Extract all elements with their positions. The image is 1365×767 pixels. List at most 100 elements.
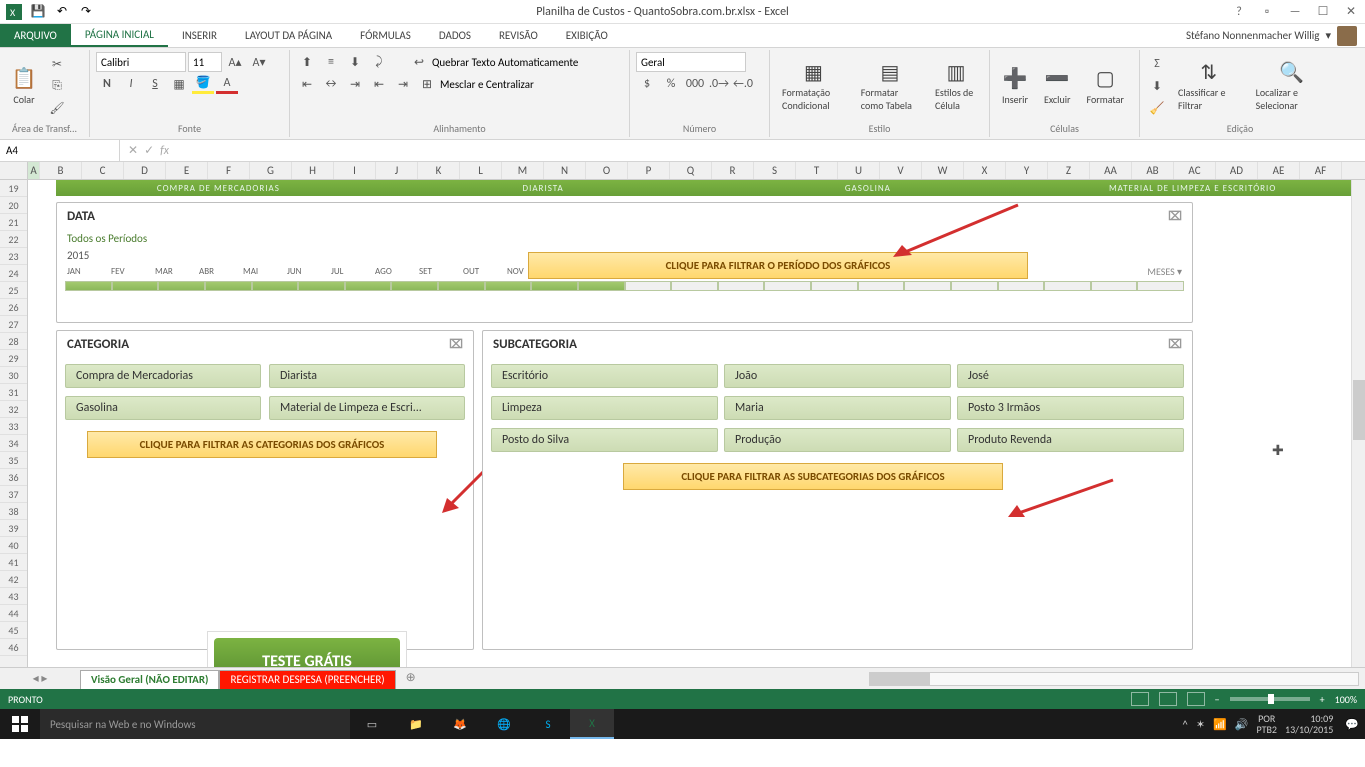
file-explorer-icon[interactable]: 📁: [394, 709, 438, 739]
clear-icon[interactable]: 🧹: [1146, 98, 1168, 118]
column-header[interactable]: AF: [1300, 162, 1342, 179]
column-header[interactable]: X: [964, 162, 1006, 179]
help-icon[interactable]: ?: [1229, 2, 1249, 22]
increase-indent-icon[interactable]: ⇥: [392, 74, 414, 94]
column-header[interactable]: B: [40, 162, 82, 179]
task-view-icon[interactable]: ▭: [350, 709, 394, 739]
column-header[interactable]: A: [28, 162, 40, 179]
format-cells-button[interactable]: ▢Formatar: [1081, 63, 1130, 110]
slicer-item[interactable]: Posto 3 Irmãos: [957, 396, 1184, 420]
find-select-button[interactable]: 🔍Localizar e Selecionar: [1250, 56, 1334, 116]
accept-fx-icon[interactable]: ✓: [144, 143, 154, 158]
zoom-slider[interactable]: [1230, 697, 1310, 701]
clear-filter-icon[interactable]: ⌧: [1168, 209, 1182, 224]
align-top-icon[interactable]: ⬆: [296, 52, 318, 72]
slicer-item[interactable]: Limpeza: [491, 396, 718, 420]
column-header[interactable]: I: [334, 162, 376, 179]
all-periods-label[interactable]: Todos os Períodos: [57, 230, 1192, 247]
column-header[interactable]: K: [418, 162, 460, 179]
column-header[interactable]: AA: [1090, 162, 1132, 179]
row-header[interactable]: 42: [0, 571, 27, 588]
row-header[interactable]: 19: [0, 180, 27, 197]
tab-layout[interactable]: LAYOUT DA PÁGINA: [231, 24, 346, 47]
column-header[interactable]: N: [544, 162, 586, 179]
month-label[interactable]: MAI: [241, 266, 285, 277]
row-header[interactable]: 45: [0, 622, 27, 639]
close-icon[interactable]: ✕: [1341, 2, 1361, 22]
sheet-nav[interactable]: ◂ ▸: [0, 668, 80, 689]
column-header[interactable]: AC: [1174, 162, 1216, 179]
row-header[interactable]: 35: [0, 452, 27, 469]
clear-filter-icon[interactable]: ⌧: [1168, 337, 1182, 352]
currency-icon[interactable]: $: [636, 74, 658, 94]
row-header[interactable]: 39: [0, 520, 27, 537]
merge-center-button[interactable]: Mesclar e Centralizar: [440, 78, 534, 91]
tab-formulas[interactable]: FÓRMULAS: [346, 24, 425, 47]
cut-icon[interactable]: ✂: [46, 54, 68, 74]
slicer-item[interactable]: João: [724, 364, 951, 388]
percent-icon[interactable]: %: [660, 74, 682, 94]
row-header[interactable]: 41: [0, 554, 27, 571]
chrome-icon[interactable]: 🌐: [482, 709, 526, 739]
select-all-corner[interactable]: [0, 162, 28, 179]
tab-home[interactable]: PÁGINA INICIAL: [71, 24, 168, 47]
thousands-icon[interactable]: 000: [684, 74, 706, 94]
slicer-item[interactable]: Posto do Silva: [491, 428, 718, 452]
sort-filter-button[interactable]: ⇅Classificar e Filtrar: [1172, 56, 1246, 116]
firefox-icon[interactable]: 🦊: [438, 709, 482, 739]
font-name-select[interactable]: Calibri: [96, 52, 186, 72]
row-header[interactable]: 20: [0, 197, 27, 214]
spreadsheet-grid[interactable]: COMPRA DE MERCADORIAS DIARISTA GASOLINA …: [28, 180, 1365, 667]
clock[interactable]: 10:0913/10/2015: [1285, 713, 1337, 735]
clear-filter-icon[interactable]: ⌧: [449, 337, 463, 352]
row-header[interactable]: 32: [0, 401, 27, 418]
maximize-icon[interactable]: ☐: [1313, 2, 1333, 22]
sheet-tab-visao-geral[interactable]: Visão Geral (NÃO EDITAR): [80, 670, 219, 689]
excel-taskbar-icon[interactable]: X: [570, 709, 614, 739]
column-header[interactable]: AD: [1216, 162, 1258, 179]
row-header[interactable]: 44: [0, 605, 27, 622]
row-header[interactable]: 22: [0, 231, 27, 248]
decrease-decimal-icon[interactable]: ←.0: [732, 74, 754, 94]
column-header[interactable]: U: [838, 162, 880, 179]
row-header[interactable]: 26: [0, 299, 27, 316]
number-format-select[interactable]: Geral: [636, 52, 746, 72]
tab-data[interactable]: DADOS: [425, 24, 485, 47]
slicer-item[interactable]: Produção: [724, 428, 951, 452]
formula-bar[interactable]: [177, 140, 1365, 161]
zoom-level[interactable]: 100%: [1335, 693, 1357, 706]
align-center-icon[interactable]: ↔: [320, 74, 342, 94]
format-painter-icon[interactable]: 🖌: [46, 98, 68, 118]
undo-icon[interactable]: ↶: [52, 2, 72, 22]
column-header[interactable]: W: [922, 162, 964, 179]
cell-styles-button[interactable]: ▥Estilos de Célula: [929, 56, 983, 116]
copy-icon[interactable]: ⎘: [46, 76, 68, 96]
column-header[interactable]: H: [292, 162, 334, 179]
column-header[interactable]: V: [880, 162, 922, 179]
slicer-item[interactable]: Gasolina: [65, 396, 261, 420]
conditional-formatting-button[interactable]: ▦Formatação Condicional: [776, 56, 851, 116]
ribbon-options-icon[interactable]: ▫: [1257, 2, 1277, 22]
teste-gratis-button[interactable]: TESTE GRÁTIS: [214, 638, 400, 667]
promo-banner[interactable]: TESTE GRÁTIS SQuantoSobra Acesse agora e…: [207, 631, 407, 667]
row-header[interactable]: 33: [0, 418, 27, 435]
row-header[interactable]: 28: [0, 333, 27, 350]
vertical-scrollbar[interactable]: [1351, 180, 1365, 667]
decrease-font-icon[interactable]: A▾: [248, 52, 270, 72]
column-header[interactable]: S: [754, 162, 796, 179]
notifications-icon[interactable]: 💬: [1345, 718, 1359, 731]
paste-button[interactable]: 📋 Colar: [6, 63, 42, 110]
avatar[interactable]: [1337, 26, 1357, 46]
autosum-icon[interactable]: Σ: [1146, 54, 1168, 74]
horizontal-scrollbar[interactable]: [869, 672, 1359, 686]
slicer-categoria[interactable]: CATEGORIA ⌧ Compra de MercadoriasDiarist…: [56, 330, 474, 650]
user-dropdown-icon[interactable]: ▾: [1325, 29, 1331, 42]
timeline-bar[interactable]: [65, 281, 1184, 291]
tab-review[interactable]: REVISÃO: [485, 24, 552, 47]
page-layout-view-icon[interactable]: [1159, 692, 1177, 706]
slicer-item[interactable]: Diarista: [269, 364, 465, 388]
tab-insert[interactable]: INSERIR: [168, 24, 231, 47]
start-button[interactable]: [0, 716, 40, 732]
slicer-subcategoria[interactable]: SUBCATEGORIA ⌧ EscritórioJoãoJoséLimpeza…: [482, 330, 1193, 650]
row-header[interactable]: 38: [0, 503, 27, 520]
